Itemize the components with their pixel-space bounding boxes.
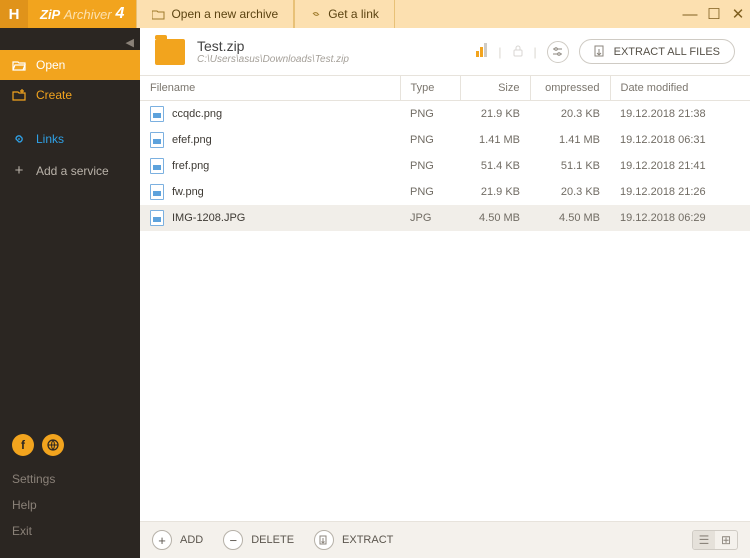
file-type: PNG (400, 179, 460, 205)
facebook-icon: f (21, 438, 25, 452)
sidebar-open-label: Open (36, 58, 65, 72)
archive-name: Test.zip (197, 38, 464, 54)
web-button[interactable] (42, 434, 64, 456)
col-date[interactable]: Date modified (610, 76, 750, 101)
sidebar-exit[interactable]: Exit (12, 518, 128, 544)
bottom-toolbar: + ADD − DELETE EXTRACT ☰ ⊞ (140, 521, 750, 558)
file-table: Filename Type Size ompressed Date modifi… (140, 75, 750, 521)
sidebar-settings[interactable]: Settings (12, 466, 128, 492)
get-link-label: Get a link (328, 7, 379, 21)
file-compressed: 20.3 KB (530, 179, 610, 205)
get-link-button[interactable]: Get a link (294, 0, 395, 28)
file-compressed: 51.1 KB (530, 153, 610, 179)
extract-all-button[interactable]: EXTRACT ALL FILES (579, 39, 735, 64)
globe-icon (47, 439, 59, 451)
window-minimize-button[interactable]: — (678, 6, 702, 23)
title-bar: H ZiP Archiver4 Open a new archive Get a… (0, 0, 750, 28)
file-icon (150, 184, 164, 200)
view-grid-button[interactable]: ⊞ (715, 531, 737, 549)
file-type: PNG (400, 127, 460, 153)
sidebar-help[interactable]: Help (12, 492, 128, 518)
file-size: 21.9 KB (460, 101, 530, 128)
delete-label: DELETE (251, 534, 294, 546)
sidebar-item-create[interactable]: Create (0, 80, 140, 110)
archive-path: C:\Users\asus\Downloads\Test.zip (197, 54, 464, 65)
add-label: ADD (180, 534, 203, 546)
extract-label: EXTRACT (342, 534, 393, 546)
add-button[interactable]: + ADD (152, 530, 203, 550)
sidebar-item-open[interactable]: Open (0, 50, 140, 80)
sidebar-item-add-service[interactable]: + Add a service (0, 154, 140, 187)
col-size[interactable]: Size (460, 76, 530, 101)
app-logo: H (0, 0, 28, 28)
open-icon (12, 59, 26, 71)
extract-icon (594, 45, 606, 58)
file-size: 51.4 KB (460, 153, 530, 179)
sidebar-add-service-label: Add a service (36, 164, 109, 178)
sidebar-links-label: Links (36, 132, 64, 146)
sidebar: ◀ Open Create Links + Add a service (0, 28, 140, 558)
sidebar-collapse-button[interactable]: ◀ (126, 36, 134, 49)
minus-circle-icon: − (223, 530, 243, 550)
file-date: 19.12.2018 06:31 (610, 127, 750, 153)
open-new-archive-button[interactable]: Open a new archive (136, 0, 294, 28)
extract-circle-icon (314, 530, 334, 550)
window-close-button[interactable]: ✕ (726, 5, 750, 23)
col-type[interactable]: Type (400, 76, 460, 101)
main-panel: Test.zip C:\Users\asus\Downloads\Test.zi… (140, 28, 750, 558)
window-maximize-button[interactable]: ☐ (702, 5, 726, 23)
file-name: efef.png (172, 134, 212, 146)
file-icon (150, 106, 164, 122)
file-icon (150, 210, 164, 226)
sidebar-item-links[interactable]: Links (0, 124, 140, 154)
extract-all-label: EXTRACT ALL FILES (614, 46, 720, 58)
stats-icon[interactable] (476, 43, 488, 60)
file-icon (150, 158, 164, 174)
folder-open-icon (152, 9, 165, 20)
file-name: IMG-1208.JPG (172, 212, 245, 224)
file-size: 1.41 MB (460, 127, 530, 153)
links-icon (12, 132, 26, 146)
settings-round-button[interactable] (547, 41, 569, 63)
col-compressed[interactable]: ompressed (530, 76, 610, 101)
file-name: ccqdc.png (172, 108, 222, 120)
file-compressed: 20.3 KB (530, 101, 610, 128)
file-type: PNG (400, 153, 460, 179)
sliders-icon (552, 46, 563, 57)
link-icon (310, 8, 322, 20)
plus-icon: + (12, 162, 26, 179)
file-compressed: 1.41 MB (530, 127, 610, 153)
sidebar-create-label: Create (36, 88, 72, 102)
archive-folder-icon (155, 39, 185, 65)
table-row[interactable]: ccqdc.png PNG21.9 KB20.3 KB19.12.2018 21:… (140, 101, 750, 128)
table-row[interactable]: fref.png PNG51.4 KB51.1 KB19.12.2018 21:4… (140, 153, 750, 179)
col-filename[interactable]: Filename (140, 76, 400, 101)
extract-button[interactable]: EXTRACT (314, 530, 393, 550)
create-icon (12, 89, 26, 101)
table-row[interactable]: fw.png PNG21.9 KB20.3 KB19.12.2018 21:26 (140, 179, 750, 205)
plus-circle-icon: + (152, 530, 172, 550)
file-size: 4.50 MB (460, 205, 530, 231)
file-compressed: 4.50 MB (530, 205, 610, 231)
file-date: 19.12.2018 21:41 (610, 153, 750, 179)
file-date: 19.12.2018 21:38 (610, 101, 750, 128)
file-type: PNG (400, 101, 460, 128)
table-row[interactable]: efef.pngPNG1.41 MB1.41 MB19.12.2018 06:3… (140, 127, 750, 153)
app-name: ZiP Archiver4 (28, 0, 136, 28)
file-date: 19.12.2018 06:29 (610, 205, 750, 231)
file-date: 19.12.2018 21:26 (610, 179, 750, 205)
lock-icon (512, 44, 524, 60)
file-size: 21.9 KB (460, 179, 530, 205)
view-list-button[interactable]: ☰ (693, 531, 715, 549)
file-name: fw.png (172, 186, 204, 198)
file-type: JPG (400, 205, 460, 231)
open-new-archive-label: Open a new archive (171, 7, 278, 21)
file-name: fref.png (172, 160, 209, 172)
view-switch: ☰ ⊞ (692, 530, 738, 550)
file-icon (150, 132, 164, 148)
delete-button[interactable]: − DELETE (223, 530, 294, 550)
facebook-button[interactable]: f (12, 434, 34, 456)
table-row[interactable]: IMG-1208.JPGJPG4.50 MB4.50 MB19.12.2018 … (140, 205, 750, 231)
